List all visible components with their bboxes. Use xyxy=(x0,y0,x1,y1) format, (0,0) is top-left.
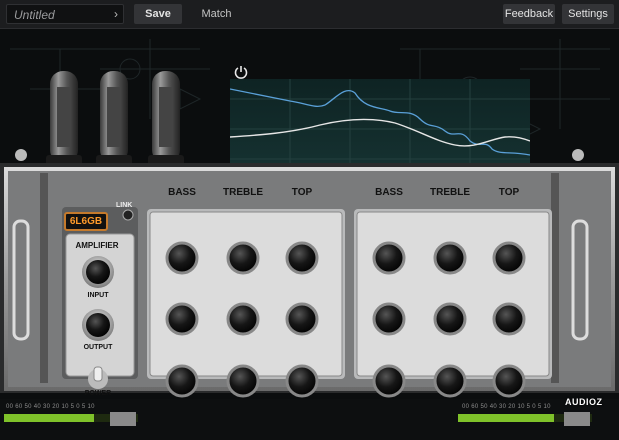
preset-selector[interactable]: Untitled › xyxy=(6,4,124,24)
tube-type-display[interactable]: 6L6GB xyxy=(64,212,108,231)
top-q-knob-2 xyxy=(492,302,526,336)
top-label-1: TOP xyxy=(291,187,313,198)
plugin-area: 6L6GB LINK AMPLIFIER INPUT OUTPUT POWER … xyxy=(0,29,619,399)
meter-bar: 00 60 50 40 30 20 10 5 0 5 10 00 60 50 4… xyxy=(0,399,619,440)
input-meter xyxy=(4,412,138,426)
settings-button[interactable]: Settings xyxy=(562,4,614,24)
bass-q-knob-1 xyxy=(165,302,199,336)
top-freq-knob-1 xyxy=(285,364,319,398)
bass-gain-knob-1 xyxy=(165,241,199,275)
bass-freq-knob-2 xyxy=(372,364,406,398)
treble-gain-knob-1 xyxy=(226,241,260,275)
treble-freq-knob-1 xyxy=(226,364,260,398)
feedback-button[interactable]: Feedback xyxy=(503,4,555,24)
top-gain-knob-1 xyxy=(285,241,319,275)
input-label: INPUT xyxy=(87,292,109,299)
output-meter xyxy=(458,412,592,426)
top-label-2: TOP xyxy=(498,187,520,198)
match-button[interactable]: Match xyxy=(189,4,244,24)
treble-q-knob-2 xyxy=(433,302,467,336)
toolbar: Untitled › Save Match Feedback Settings xyxy=(0,0,619,29)
treble-q-knob-1 xyxy=(226,302,260,336)
preset-name: Untitled xyxy=(14,8,55,22)
treble-gain-knob-2 xyxy=(433,241,467,275)
link-label: LINK xyxy=(116,202,133,209)
bass-q-knob-2 xyxy=(372,302,406,336)
treble-freq-knob-2 xyxy=(433,364,467,398)
treble-label-1: TREBLE xyxy=(223,187,263,198)
chevron-right-icon: › xyxy=(114,7,118,21)
amplifier-label: AMPLIFIER xyxy=(75,241,119,250)
power-label: POWER xyxy=(84,390,112,397)
bass-label-2: BASS xyxy=(375,187,403,198)
top-q-knob-1 xyxy=(285,302,319,336)
top-freq-knob-2 xyxy=(492,364,526,398)
bass-label-1: BASS xyxy=(168,187,196,198)
bass-gain-knob-2 xyxy=(372,241,406,275)
watermark: AUDIOZ xyxy=(565,397,603,407)
treble-label-2: TREBLE xyxy=(430,187,470,198)
bass-freq-knob-1 xyxy=(165,364,199,398)
output-label: OUTPUT xyxy=(83,344,113,351)
top-gain-knob-2 xyxy=(492,241,526,275)
save-button[interactable]: Save xyxy=(134,4,182,24)
